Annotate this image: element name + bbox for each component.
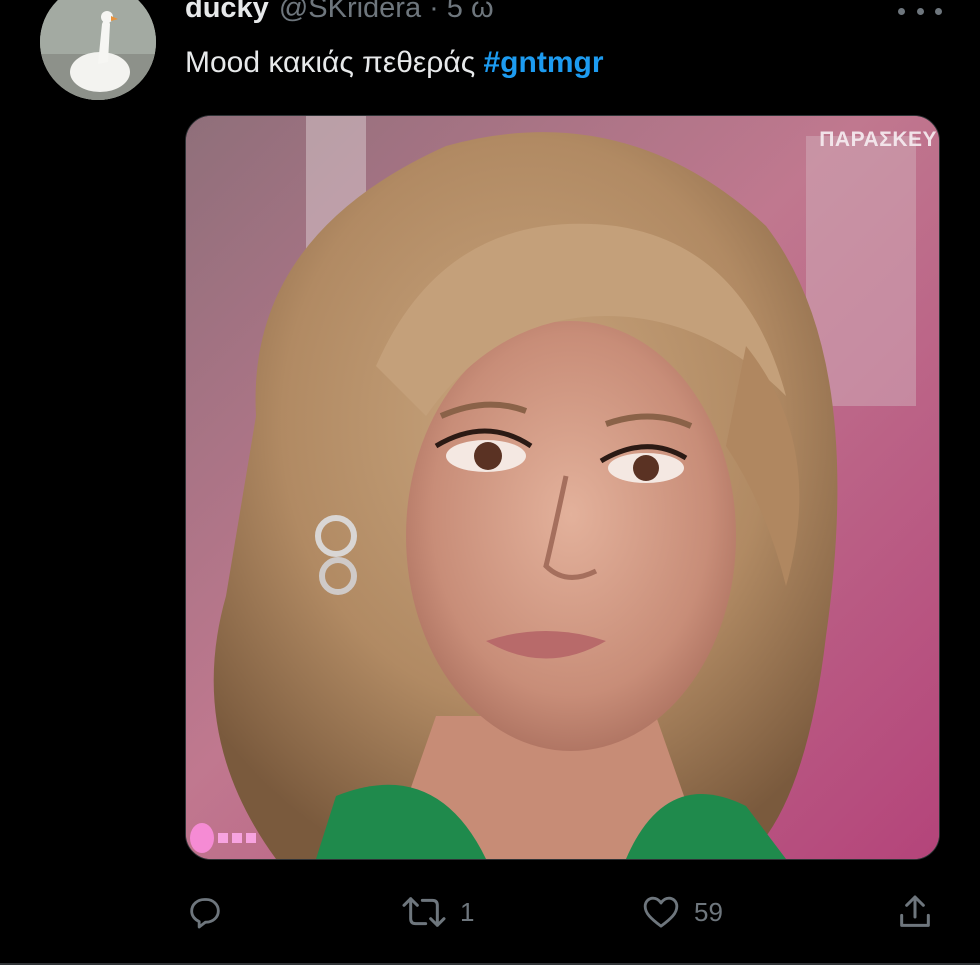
tweet-text: Mood κακιάς πεθεράς #gntmgr xyxy=(185,44,604,82)
reply-button[interactable] xyxy=(185,890,237,934)
author-avatar[interactable] xyxy=(40,0,156,100)
logo-square xyxy=(232,833,242,843)
more-dot xyxy=(898,7,905,15)
tweet-body-text: Mood κακιάς πεθεράς xyxy=(185,46,484,79)
share-icon xyxy=(900,895,930,927)
logo-square xyxy=(246,833,256,843)
header-separator: · xyxy=(429,0,439,24)
share-button[interactable] xyxy=(895,890,935,934)
hashtag-link[interactable]: #gntmgr xyxy=(484,46,604,79)
logo-square xyxy=(218,833,228,843)
more-dot xyxy=(916,7,924,15)
portrait-photo xyxy=(186,116,939,859)
goose-avatar-image xyxy=(40,0,156,100)
heart-icon xyxy=(643,896,679,928)
channel-watermark: ΠΑΡΑΣΚΕΥ xyxy=(819,128,937,151)
retweet-button[interactable]: 1 xyxy=(400,890,474,934)
tweet-actions: 1 59 xyxy=(185,890,945,934)
more-options-icon[interactable] xyxy=(898,0,942,22)
like-button[interactable]: 59 xyxy=(640,890,723,934)
like-count: 59 xyxy=(694,896,723,927)
retweet-icon xyxy=(402,897,446,927)
logo-dot xyxy=(190,823,214,853)
tweet-header: ducky @SKridera · 5 ω xyxy=(185,0,494,28)
tweet-media-image[interactable]: ΠΑΡΑΣΚΕΥ xyxy=(185,115,940,860)
reply-icon xyxy=(190,898,220,929)
retweet-count: 1 xyxy=(460,896,475,927)
channel-logo-icon xyxy=(190,823,256,853)
author-name[interactable]: ducky xyxy=(185,0,269,25)
author-handle[interactable]: @SKridera xyxy=(279,0,421,25)
more-dot xyxy=(935,7,942,15)
tweet-timestamp[interactable]: 5 ω xyxy=(447,0,494,25)
